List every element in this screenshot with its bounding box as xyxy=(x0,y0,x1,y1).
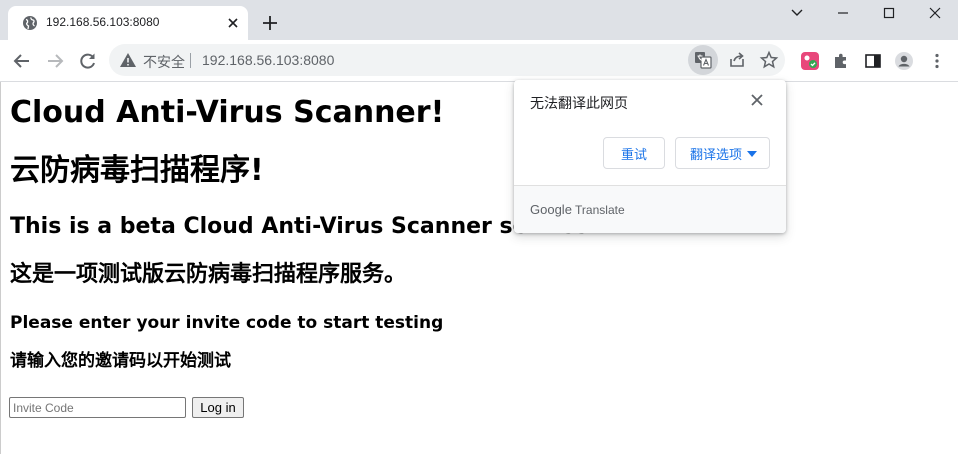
bookmark-star-icon[interactable] xyxy=(759,50,779,70)
login-button[interactable]: Log in xyxy=(192,397,244,418)
tab-strip: 192.168.56.103:8080 xyxy=(0,0,958,40)
invite-prompt-zh: 请输入您的邀请码以开始测试 xyxy=(10,351,231,371)
address-bar[interactable]: 不安全 192.168.56.103:8080 xyxy=(109,44,785,76)
more-menu-icon[interactable] xyxy=(927,51,947,71)
translate-popup-footer: Google Translate xyxy=(514,185,786,233)
tab-title: 192.168.56.103:8080 xyxy=(46,15,160,29)
tab-search-chevron-icon[interactable] xyxy=(787,3,807,23)
caret-down-icon xyxy=(747,151,757,157)
puzzle-extensions-icon[interactable] xyxy=(831,51,851,71)
page-heading-en: Cloud Anti-Virus Scanner! xyxy=(10,95,445,130)
new-tab-icon[interactable] xyxy=(261,14,279,32)
url-text[interactable]: 192.168.56.103:8080 xyxy=(202,52,334,68)
warning-triangle-icon[interactable] xyxy=(118,50,138,70)
browser-toolbar: 不安全 192.168.56.103:8080 xyxy=(0,40,958,82)
page-content: Cloud Anti-Virus Scanner! 云防病毒扫描程序! This… xyxy=(0,82,958,454)
address-divider xyxy=(190,53,191,68)
google-translate-logo: Google Translate xyxy=(530,202,625,217)
page-subheading-en: This is a beta Cloud Anti-Virus Scanner … xyxy=(10,214,597,239)
translate-options-label: 翻译选项 xyxy=(690,146,743,162)
translate-popup-title: 无法翻译此网页 xyxy=(530,95,628,111)
translate-wordmark: Translate xyxy=(575,203,625,217)
globe-icon xyxy=(23,16,37,30)
close-window-icon[interactable] xyxy=(925,3,945,23)
translate-popup: 无法翻译此网页 重试 翻译选项 Google Translate xyxy=(514,80,786,233)
page-subheading-zh: 这是一项测试版云防病毒扫描程序服务。 xyxy=(10,262,407,287)
retry-button[interactable]: 重试 xyxy=(603,137,665,169)
minimize-icon[interactable] xyxy=(833,3,853,23)
back-arrow-icon[interactable] xyxy=(12,51,32,71)
invite-prompt-en: Please enter your invite code to start t… xyxy=(10,313,444,333)
reload-icon[interactable] xyxy=(78,51,98,71)
maximize-icon[interactable] xyxy=(879,3,899,23)
translate-icon xyxy=(695,52,712,69)
browser-tab[interactable]: 192.168.56.103:8080 xyxy=(8,6,248,40)
translate-button[interactable] xyxy=(688,45,718,75)
side-panel-icon[interactable] xyxy=(863,51,883,71)
security-status-label[interactable]: 不安全 xyxy=(143,52,185,72)
forward-arrow-icon[interactable] xyxy=(45,51,65,71)
page-heading-zh: 云防病毒扫描程序! xyxy=(10,153,264,188)
google-wordmark: Google xyxy=(530,202,572,217)
close-tab-icon[interactable] xyxy=(225,15,241,31)
profile-avatar-icon[interactable] xyxy=(894,51,914,71)
translate-options-button[interactable]: 翻译选项 xyxy=(675,137,770,169)
share-icon[interactable] xyxy=(727,50,747,70)
invite-code-input[interactable] xyxy=(9,397,186,418)
close-icon[interactable] xyxy=(750,93,764,107)
extension-app-icon[interactable] xyxy=(800,51,820,71)
